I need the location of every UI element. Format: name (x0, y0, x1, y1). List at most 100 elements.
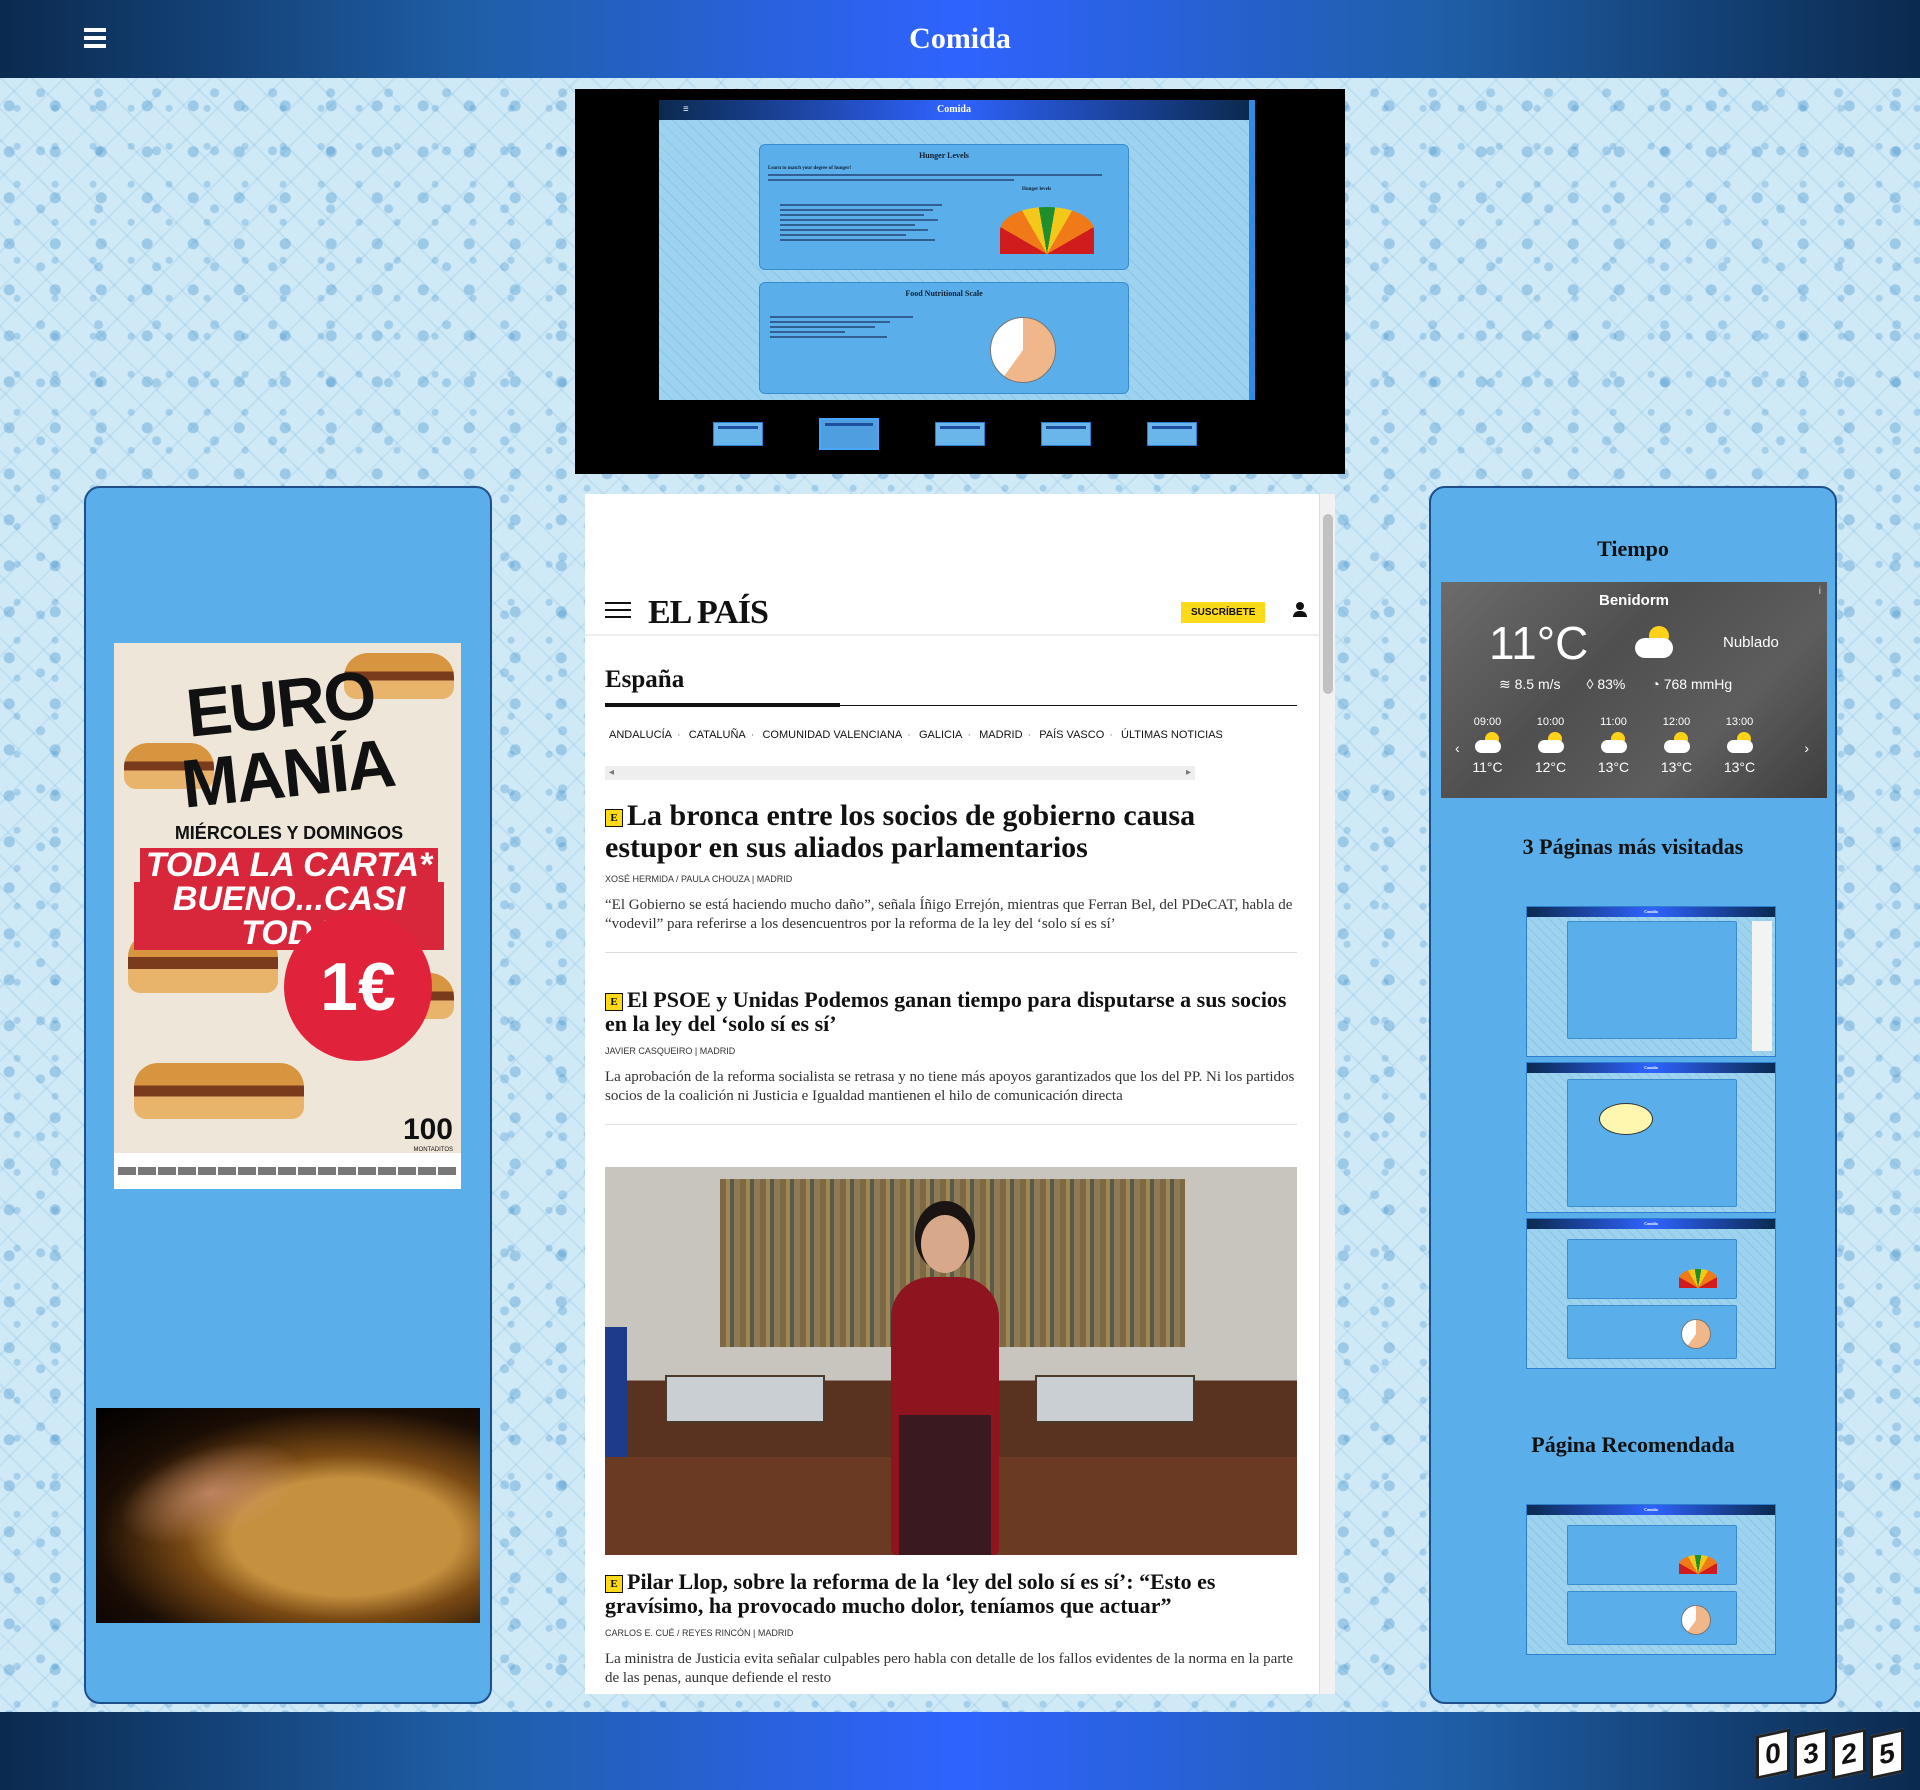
article-summary: La aprobación de la reforma socialista s… (605, 1069, 1295, 1104)
byline-authors: XOSÉ HERMIDA / PAULA CHOUZA (605, 874, 750, 884)
horizontal-scrollbar[interactable]: ◂ ▸ (605, 766, 1195, 780)
hunger-gauge (1000, 207, 1094, 254)
partly-cloudy-icon (1599, 732, 1629, 754)
subscribe-button[interactable]: SUSCRÍBETE (1181, 602, 1266, 623)
wind-stat: ≋ 8.5 m/s (1499, 676, 1561, 693)
article-summary: La ministra de Justicia evita señalar cu… (605, 1651, 1294, 1686)
section-title[interactable]: España (605, 666, 684, 694)
humidity-icon: ◊ (1586, 676, 1594, 692)
image-slideshow[interactable]: ≡ Comida Hunger Levels Learn to match yo… (575, 89, 1345, 474)
headline-text[interactable]: La bronca entre los socios de gobierno c… (605, 799, 1195, 864)
subnav-item[interactable]: PAÍS VASCO (1039, 729, 1104, 741)
subnav-item[interactable]: COMUNIDAD VALENCIANA (762, 729, 902, 741)
headline-text[interactable]: El PSOE y Unidas Podemos ganan tiempo pa… (605, 987, 1287, 1036)
pressure-icon: ◔ (1651, 676, 1660, 692)
top-pages-title: 3 Páginas más visitadas (1522, 834, 1744, 859)
forecast-time: 09:00 (1473, 716, 1502, 728)
subnav-item[interactable]: MADRID (979, 729, 1022, 741)
slide-thumbnail[interactable] (1147, 422, 1197, 446)
subnav-item[interactable]: GALICIA (919, 729, 962, 741)
mini-page-panel (1567, 1079, 1737, 1207)
partly-cloudy-icon (1473, 732, 1503, 754)
news-scrollbar[interactable] (1319, 494, 1335, 1694)
news-logo[interactable]: EL PAÍS (648, 594, 769, 632)
mini-page-header: Comida (1527, 907, 1775, 917)
slide-panel-nutrition: Food Nutritional Scale (759, 282, 1129, 394)
byline-place: Madrid (757, 1628, 794, 1638)
left-sidebar: EURO MANÍA MIÉRCOLES Y DOMINGOS TODA LA … (84, 486, 492, 1704)
advertisement-banner[interactable]: EURO MANÍA MIÉRCOLES Y DOMINGOS TODA LA … (114, 643, 461, 1189)
ad-price: 1€ (284, 913, 432, 1061)
article-divider (605, 952, 1297, 953)
slide-header-title: Comida (937, 104, 971, 115)
humidity-value: 83% (1597, 676, 1626, 692)
slide-thumbnail-active[interactable] (819, 418, 879, 450)
forecast-hour: 11:00 13°C (1593, 716, 1634, 775)
humidity-stat: ◊ 83% (1587, 676, 1626, 693)
slide-header: ≡ Comida (659, 100, 1249, 120)
ad-burger-image (134, 1063, 304, 1119)
mini-page-sidebar (1752, 921, 1772, 1051)
ad-count: 100 MONTADITOS (403, 1113, 453, 1153)
photo-flag (605, 1327, 627, 1457)
forecast-time: 12:00 (1662, 716, 1691, 728)
mini-page-panel (1567, 1305, 1737, 1359)
weather-widget[interactable]: i Benidorm 11°C Nublado ≋ 8.5 m/s ◊ 83% … (1441, 582, 1827, 798)
forecast-hour: 12:00 13°C (1656, 716, 1697, 775)
top-page-thumbnail[interactable]: Comida (1526, 1062, 1776, 1213)
photo-cabinet (665, 1375, 825, 1423)
wind-icon: ≋ (1499, 676, 1511, 692)
pressure-stat: ◔ 768 mmHg (1651, 676, 1732, 693)
article-headline[interactable]: E Pilar Llop, sobre la reforma de la ‘ley… (605, 1570, 1297, 1618)
chevron-left-icon[interactable]: ‹ (1455, 740, 1460, 756)
subnav-item[interactable]: ANDALUCÍA (609, 729, 672, 741)
photo-cabinet (1035, 1375, 1195, 1423)
weather-stats: ≋ 8.5 m/s ◊ 83% ◔ 768 mmHg (1499, 676, 1732, 693)
photo-person (885, 1215, 1005, 1555)
forecast-temp: 13°C (1660, 759, 1693, 775)
article-summary: “El Gobierno se está haciendo mucho daño… (605, 897, 1293, 932)
slide-panel-title: Hunger Levels (919, 151, 969, 160)
subnav-item[interactable]: CATALUÑA (689, 729, 746, 741)
article-byline: JAVIER CASQUEIRO | Madrid (605, 1046, 736, 1056)
subnav-item[interactable]: ÚLTIMAS NOTICIAS (1121, 729, 1223, 741)
user-account-icon[interactable] (1293, 602, 1307, 618)
bread-video[interactable] (96, 1408, 480, 1623)
section-subnav: ANDALUCÍA · CATALUÑA · COMUNIDAD VALENCIAN… (609, 729, 1223, 741)
recommended-page-thumbnail[interactable]: Comida (1526, 1504, 1776, 1655)
weather-city: Benidorm (1598, 592, 1669, 609)
article-divider (605, 1124, 1297, 1125)
slide-menu-icon: ≡ (683, 104, 689, 115)
article-photo[interactable] (605, 1167, 1297, 1555)
mini-page-header: Comida (1527, 1063, 1775, 1073)
header-divider (585, 634, 1319, 636)
slide-thumbnail[interactable] (935, 422, 985, 446)
gauge-label: Hunger levels (1022, 187, 1052, 192)
weather-condition: Nublado (1723, 634, 1779, 651)
top-header-bar: Comida (0, 0, 1920, 78)
news-menu-icon[interactable] (605, 602, 631, 618)
scroll-thumb[interactable] (1323, 514, 1333, 694)
slide-panel-title: Food Nutritional Scale (905, 289, 983, 298)
article-headline[interactable]: E El PSOE y Unidas Podemos ganan tiempo p… (605, 988, 1297, 1036)
top-page-thumbnail[interactable]: Comida (1526, 1218, 1776, 1369)
page-title: Comida (909, 22, 1011, 55)
hourly-forecast: 09:00 11°C 10:00 12°C 11:00 13°C 12:00 13°C … (1467, 716, 1760, 775)
news-header: EL PAÍS SUSCRÍBETE (605, 594, 1307, 631)
mini-nutrition-pie (1681, 1319, 1711, 1349)
weather-temperature: 11°C (1489, 617, 1589, 669)
slide-thumbnail[interactable] (1041, 422, 1091, 446)
headline-text[interactable]: Pilar Llop, sobre la reforma de la ‘ley … (605, 1569, 1215, 1618)
partly-cloudy-icon (1635, 626, 1675, 660)
news-embed[interactable]: EL PAÍS SUSCRÍBETE España ANDALUCÍA · CAT… (585, 494, 1335, 1694)
article-headline[interactable]: E La bronca entre los socios de gobierno … (605, 800, 1297, 864)
mini-page-bubble (1599, 1103, 1653, 1135)
chevron-right-icon[interactable]: › (1804, 740, 1809, 756)
ad-fine-print (114, 1153, 461, 1189)
slide-panel-subtitle: Learn to match your degree of hunger! (768, 166, 852, 171)
top-page-thumbnail[interactable]: Comida (1526, 906, 1776, 1057)
slide-thumbnail[interactable] (713, 422, 763, 446)
exclusive-badge: E (605, 809, 623, 827)
mini-page-panel (1567, 1591, 1737, 1645)
forecast-time: 13:00 (1725, 716, 1754, 728)
